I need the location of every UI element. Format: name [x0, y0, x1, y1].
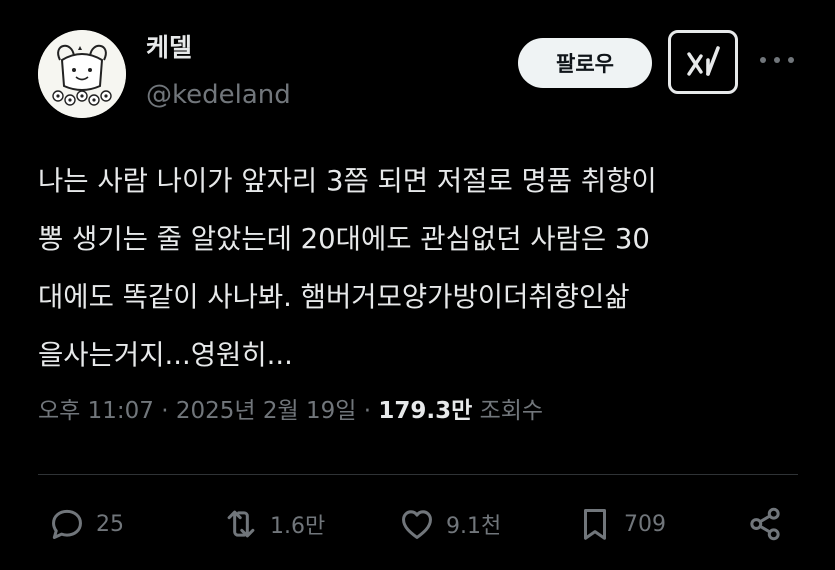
- like-count: 9.1천: [446, 514, 502, 539]
- grok-icon[interactable]: [668, 30, 738, 94]
- repost-count: 1.6만: [270, 514, 326, 539]
- tweet-text: 나는 사람 나이가 앞자리 3쯤 되면 저절로 명품 취향이 뽕 생기는 줄 알…: [38, 152, 798, 384]
- more-icon[interactable]: [760, 52, 794, 68]
- tweet-meta: 오후 11:07 · 2025년 2월 19일 · 179.3만 조회수: [38, 396, 543, 426]
- repost-button[interactable]: 1.6만: [222, 504, 325, 544]
- tweet-line: 대에도 똑같이 사나봐. 햄버거모양가방이더취향인삶: [38, 281, 630, 313]
- reply-icon: [52, 509, 82, 539]
- avatar-illustration: [38, 30, 126, 118]
- bookmark-button[interactable]: 709: [576, 504, 666, 544]
- tweet-time[interactable]: 오후 11:07: [38, 398, 154, 424]
- author-handle[interactable]: @kedeland: [146, 80, 291, 110]
- tweet-date[interactable]: 2025년 2월 19일: [176, 398, 357, 424]
- avatar[interactable]: [38, 30, 126, 118]
- like-icon: [402, 510, 432, 539]
- share-icon: [750, 507, 780, 541]
- tweet-line: 뽕 생기는 줄 알았는데 20대에도 관심없던 사람은 30: [38, 223, 650, 255]
- tweet-line: 나는 사람 나이가 앞자리 3쯤 되면 저절로 명품 취향이: [38, 165, 657, 197]
- share-button[interactable]: [746, 504, 784, 544]
- like-button[interactable]: 9.1천: [398, 504, 501, 544]
- tweet-line: 을사는거지...영원히...: [38, 339, 293, 371]
- author-name[interactable]: 케델: [146, 33, 192, 63]
- reply-count: 25: [96, 511, 124, 537]
- meta-separator: ·: [161, 398, 169, 424]
- views-label: 조회수: [479, 398, 544, 424]
- meta-separator: ·: [363, 398, 372, 424]
- bookmark-icon: [583, 509, 607, 540]
- views-count: 179.3만: [378, 398, 473, 424]
- divider: [38, 474, 798, 475]
- bookmark-count: 709: [624, 511, 666, 537]
- repost-icon: [227, 510, 255, 538]
- reply-button[interactable]: 25: [48, 504, 124, 544]
- follow-button[interactable]: 팔로우: [518, 38, 652, 88]
